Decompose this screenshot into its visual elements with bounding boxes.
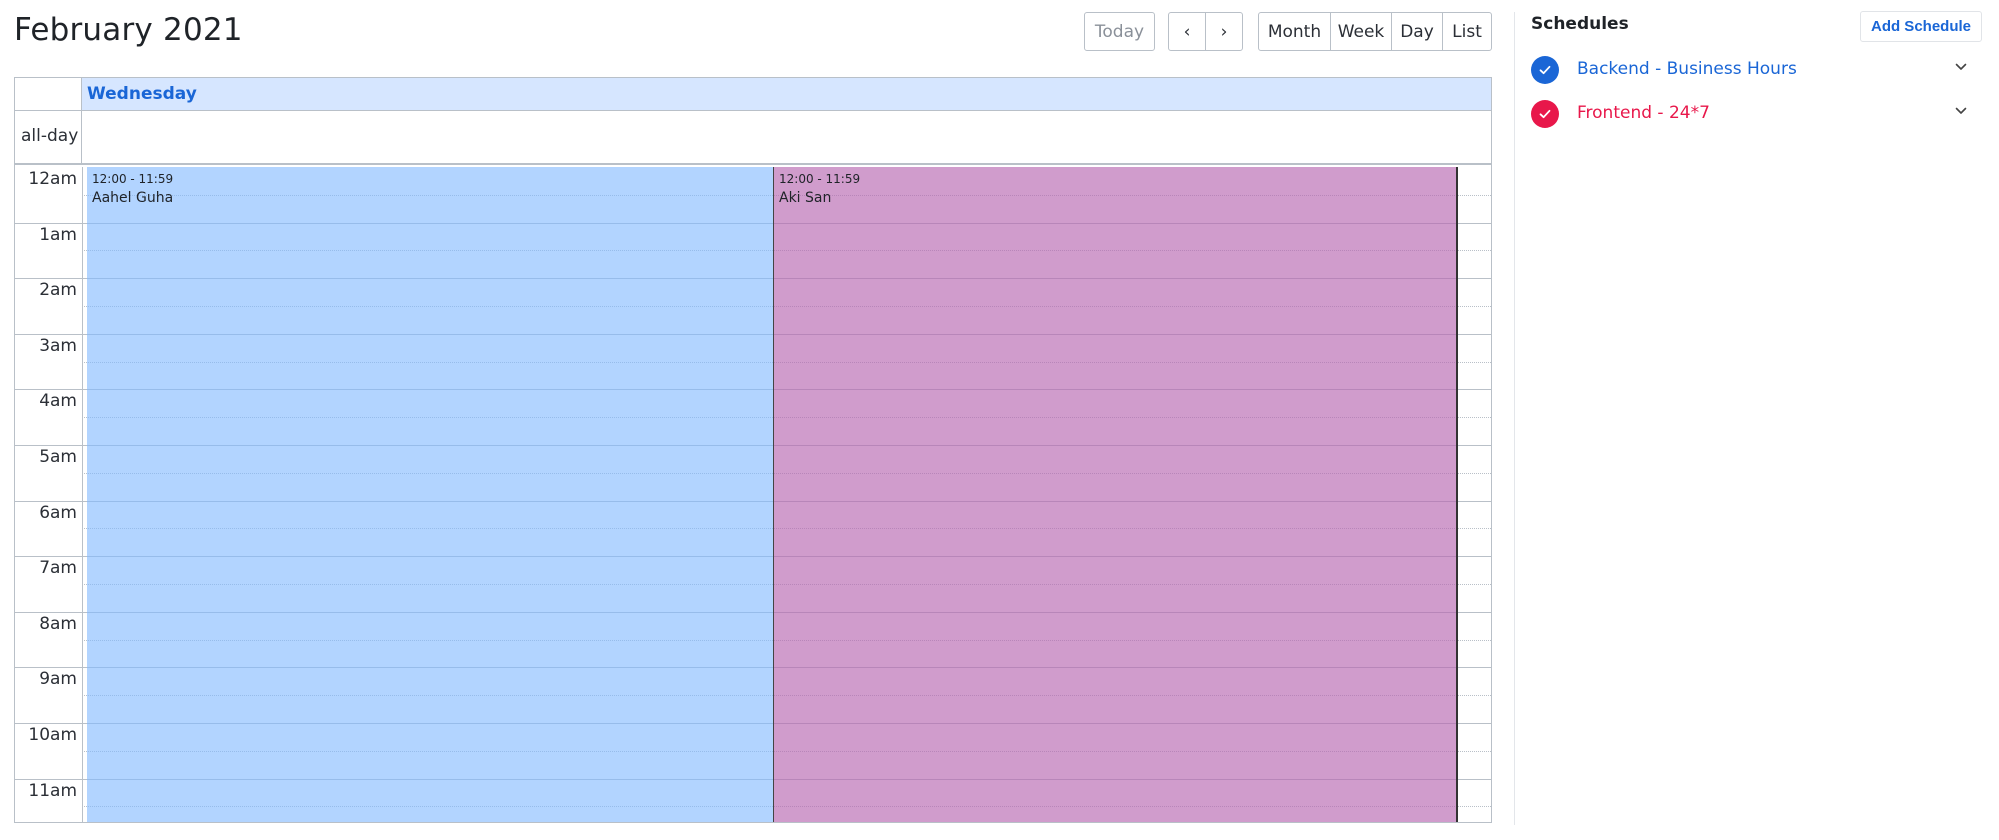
hour-label: 9am — [39, 669, 77, 690]
event-aki-san[interactable]: 12:00 - 11:59 Aki San — [773, 167, 1458, 822]
today-button[interactable]: Today — [1084, 12, 1155, 51]
hour-label: 12am — [28, 169, 77, 189]
hour-label: 4am — [39, 391, 77, 412]
chevron-down-icon[interactable] — [1955, 60, 1967, 75]
schedule-item-frontend[interactable]: Frontend - 24*7 — [1531, 99, 1981, 131]
schedule-name: Backend - Business Hours — [1577, 59, 1797, 79]
schedules-heading: Schedules — [1531, 14, 1629, 34]
event-time: 12:00 - 11:59 — [92, 172, 174, 186]
event-aahel-guha[interactable]: 12:00 - 11:59 Aahel Guha — [87, 167, 774, 822]
page-title: February 2021 — [14, 12, 243, 48]
schedule-item-backend[interactable]: Backend - Business Hours — [1531, 55, 1981, 87]
list-view-button[interactable]: List — [1442, 12, 1492, 51]
hour-label: 6am — [39, 502, 77, 523]
gutter-divider — [82, 167, 83, 822]
prev-button[interactable]: ‹ — [1168, 12, 1206, 51]
hour-label: 2am — [39, 280, 77, 301]
sidebar-divider — [1514, 12, 1515, 825]
time-gutter-header — [15, 78, 82, 111]
event-title: Aki San — [779, 190, 832, 206]
chevron-left-icon: ‹ — [1183, 21, 1191, 42]
hour-label: 5am — [39, 447, 77, 467]
chevron-right-icon: › — [1220, 21, 1228, 42]
hour-label: 10am — [28, 725, 77, 745]
day-header-wednesday[interactable]: Wednesday — [82, 78, 1491, 110]
week-view-button[interactable]: Week — [1330, 12, 1392, 51]
chevron-down-icon[interactable] — [1955, 104, 1967, 119]
next-button[interactable]: › — [1205, 12, 1243, 51]
event-title: Aahel Guha — [92, 190, 174, 206]
allday-label: all-day — [15, 111, 82, 163]
hour-label: 3am — [39, 335, 77, 356]
allday-row[interactable]: all-day — [15, 111, 1491, 165]
time-grid[interactable]: 12:00 - 11:59 Aahel Guha 12:00 - 11:59 A… — [15, 167, 1491, 822]
check-icon[interactable] — [1531, 100, 1559, 128]
add-schedule-button[interactable]: Add Schedule — [1860, 11, 1982, 42]
hour-label: 7am — [39, 558, 77, 579]
hour-label: 11am — [28, 780, 77, 801]
check-icon[interactable] — [1531, 56, 1559, 84]
calendar-grid: Wednesday all-day 12:00 - 11:59 Aahel Gu… — [14, 77, 1492, 823]
day-view-button[interactable]: Day — [1391, 12, 1443, 51]
month-view-button[interactable]: Month — [1258, 12, 1331, 51]
day-header-row: Wednesday — [15, 78, 1491, 111]
hour-label: 8am — [39, 613, 77, 634]
schedule-name: Frontend - 24*7 — [1577, 103, 1710, 123]
hour-label: 1am — [39, 224, 77, 245]
event-time: 12:00 - 11:59 — [779, 172, 861, 186]
